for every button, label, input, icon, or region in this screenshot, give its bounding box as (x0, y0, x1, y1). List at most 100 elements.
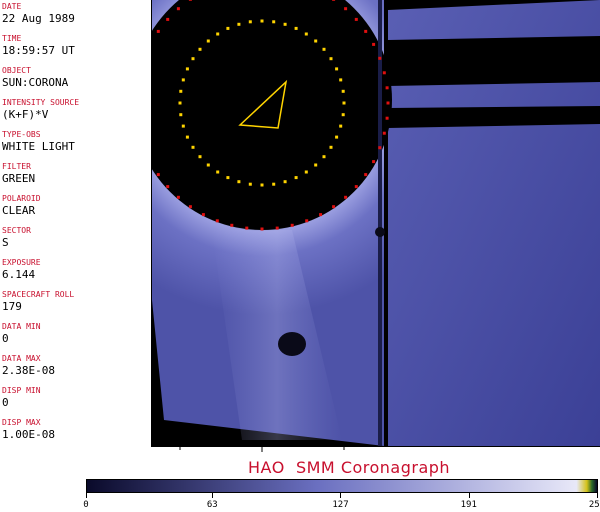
fov-dot (344, 7, 348, 11)
limb-dot (272, 20, 276, 24)
fov-dot (354, 185, 358, 189)
fov-dot (260, 227, 264, 231)
fov-dot (156, 29, 160, 33)
fov-dot (378, 146, 382, 150)
field-label: POLAROID (2, 194, 41, 203)
fov-dot (344, 195, 348, 199)
limb-dot (322, 47, 326, 51)
field-label: INTENSITY SOURCE (2, 98, 80, 107)
limb-dot (329, 145, 333, 149)
fov-dot (230, 223, 234, 227)
fov-dot (364, 29, 368, 33)
dust-spot (278, 332, 306, 356)
limb-dot (237, 180, 241, 184)
limb-dot (294, 26, 298, 30)
limb-dot (335, 67, 339, 71)
limb-dot (185, 67, 189, 71)
limb-dot (216, 32, 220, 36)
coronagraph-image[interactable] (151, 0, 600, 447)
limb-dot (237, 22, 241, 26)
field-label: EXPOSURE (2, 258, 41, 267)
fov-dot (188, 0, 192, 1)
limb-dot (191, 57, 195, 61)
fov-dot (382, 131, 386, 135)
fov-dot (332, 205, 336, 209)
limb-dot (322, 155, 326, 159)
limb-dot (314, 39, 318, 43)
pylon-spot (375, 227, 385, 237)
limb-dot (304, 32, 308, 36)
field-value: S (2, 236, 9, 249)
field-label: DATE (2, 2, 22, 11)
color-bar-tick (86, 493, 87, 498)
limb-dot (272, 182, 276, 186)
shutter-bar-1 (388, 36, 600, 86)
chart-title: HAO SMM Coronagraph (248, 458, 451, 477)
color-bar-tick (468, 493, 470, 498)
fov-dot (364, 173, 368, 177)
limb-dot (283, 22, 287, 26)
limb-dot (226, 26, 230, 30)
color-bar-tick-label: 191 (460, 500, 477, 510)
fov-dot (176, 195, 180, 199)
field-label: DATA MAX (2, 354, 41, 363)
limb-dot (185, 135, 189, 139)
limb-dot (226, 176, 230, 180)
limb-dot (248, 20, 252, 24)
field-value: 1.00E-08 (2, 428, 55, 441)
limb-dot (314, 163, 318, 167)
color-bar-tick-label: 255 (588, 500, 600, 510)
limb-dot (206, 39, 210, 43)
fov-dot (319, 213, 323, 217)
fov-dot (305, 219, 309, 223)
limb-dot (179, 89, 183, 93)
limb-dot (283, 180, 287, 184)
fov-dot (166, 17, 170, 21)
field-value: 0 (2, 396, 9, 409)
field-label: TYPE-OBS (2, 130, 41, 139)
field-value: 6.144 (2, 268, 36, 281)
color-bar-tick (597, 493, 598, 498)
limb-dot (339, 124, 343, 128)
limb-dot (198, 47, 202, 51)
field-label: DISP MIN (2, 386, 41, 395)
field-value: 0 (2, 332, 9, 345)
fov-dot (201, 213, 205, 217)
limb-dot (339, 78, 343, 82)
fov-dot (215, 219, 219, 223)
field-value: WHITE LIGHT (2, 140, 75, 153)
limb-dot (179, 113, 183, 117)
color-bar-tick (340, 493, 342, 498)
fov-dot (332, 0, 336, 1)
field-label: OBJECT (2, 66, 31, 75)
field-label: SPACECRAFT ROLL (2, 290, 75, 299)
limb-dot (178, 101, 182, 105)
fov-dot (156, 173, 160, 177)
fov-dot (176, 7, 180, 11)
field-value: CLEAR (2, 204, 36, 217)
fov-dot (245, 226, 249, 230)
limb-dot (342, 101, 346, 105)
image-tick-row (179, 446, 345, 452)
field-value: 22 Aug 1989 (2, 12, 75, 25)
limb-dot (216, 170, 220, 174)
field-label: FILTER (2, 162, 31, 171)
fov-dot (188, 205, 192, 209)
limb-dot (329, 57, 333, 61)
limb-dot (248, 182, 252, 186)
field-label: DISP MAX (2, 418, 41, 427)
field-value: GREEN (2, 172, 36, 185)
fov-dot (385, 86, 389, 90)
limb-dot (260, 183, 264, 187)
limb-dot (304, 170, 308, 174)
color-bar-tick (212, 493, 214, 498)
limb-dot (181, 78, 185, 82)
field-label: SECTOR (2, 226, 31, 235)
fov-dot (354, 17, 358, 21)
field-value: 18:59:57 UT (2, 44, 75, 57)
fov-dot (372, 42, 376, 46)
fov-dot (166, 185, 170, 189)
field-label: TIME (2, 34, 22, 43)
fov-dot (290, 223, 294, 227)
limb-dot (260, 19, 264, 23)
